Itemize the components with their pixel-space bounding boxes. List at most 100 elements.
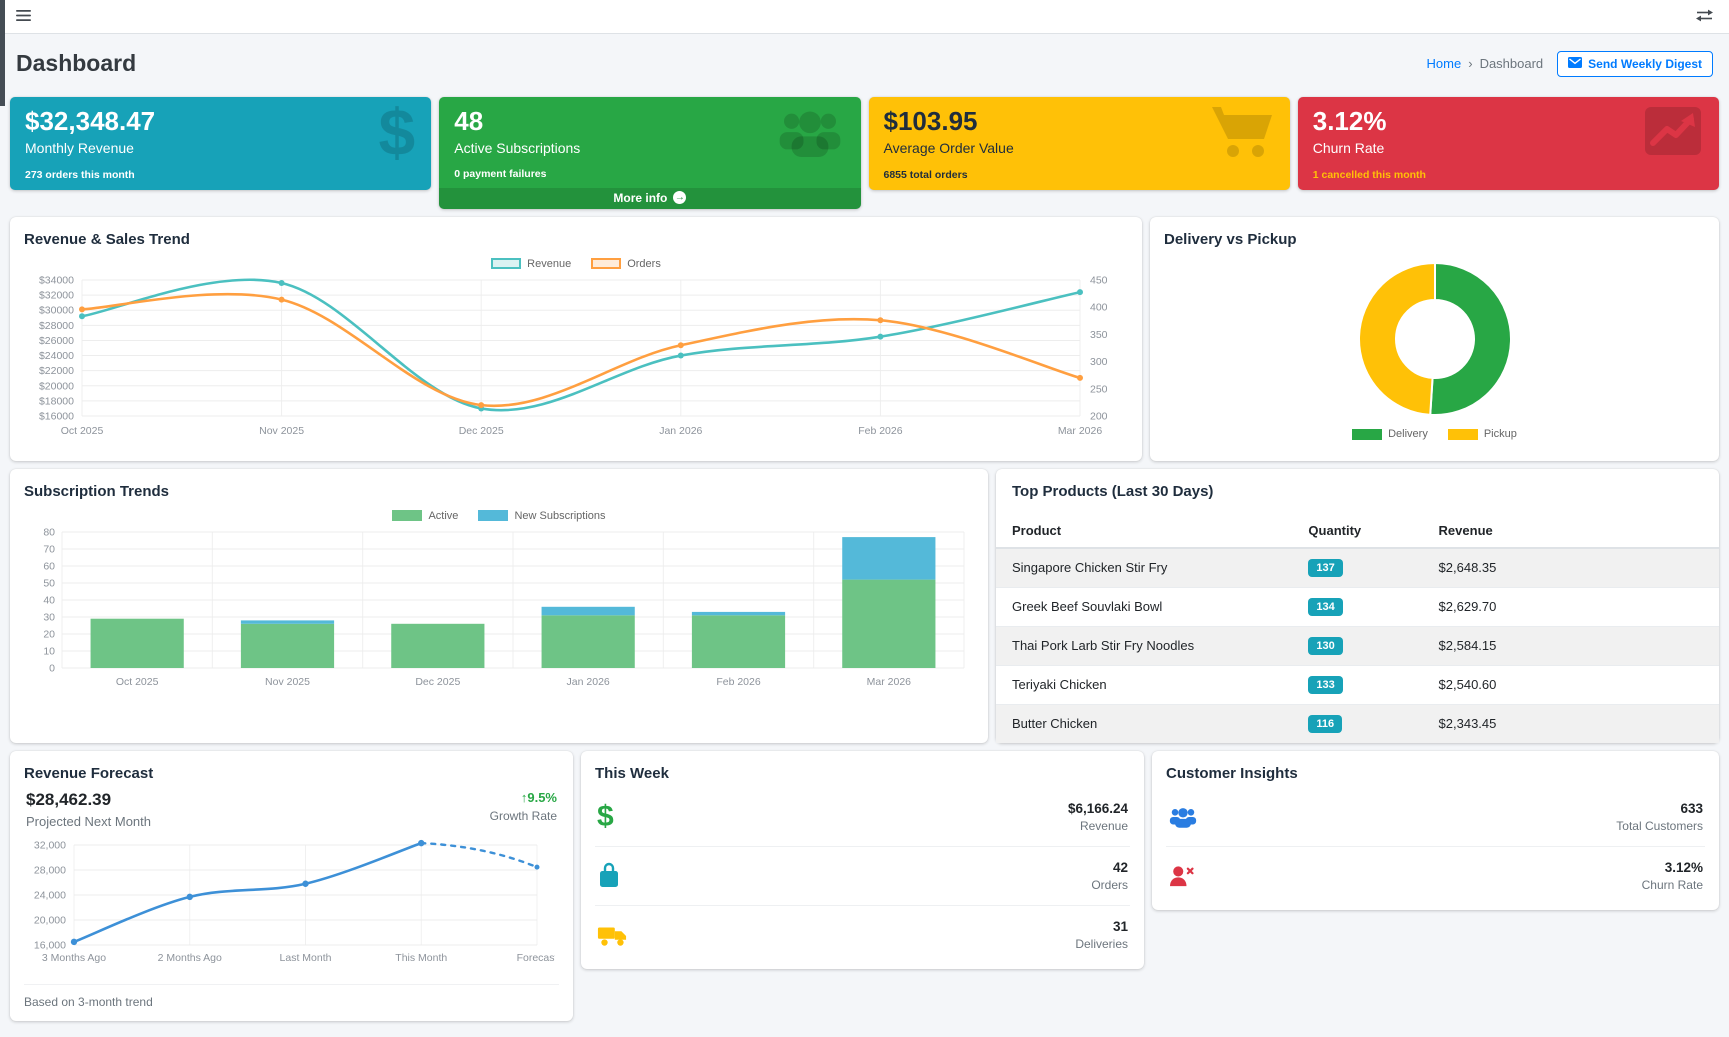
legend-label: New Subscriptions: [514, 510, 605, 522]
stat-label: Total Customers: [1616, 819, 1703, 833]
envelope-icon: [1568, 57, 1582, 71]
stat-row-churn-rate: 3.12% Churn Rate: [1166, 847, 1705, 898]
svg-text:300: 300: [1090, 356, 1108, 368]
svg-text:$34000: $34000: [39, 274, 74, 286]
growth-value: 9.5%: [527, 790, 557, 805]
product-revenue: $2,343.45: [1423, 704, 1719, 743]
legend-swatch: [491, 258, 521, 269]
svg-text:450: 450: [1090, 274, 1108, 286]
product-name: Singapore Chicken Stir Fry: [996, 548, 1292, 588]
send-weekly-digest-button[interactable]: Send Weekly Digest: [1557, 51, 1713, 77]
customer-insights-card: Customer Insights 633 Total Customers 3.…: [1152, 751, 1719, 910]
svg-text:70: 70: [43, 543, 55, 555]
svg-text:20,000: 20,000: [34, 914, 66, 926]
collapsed-sidebar-edge: [0, 0, 5, 106]
svg-text:16,000: 16,000: [34, 939, 66, 951]
arrow-circle-right-icon: →: [673, 191, 686, 204]
legend-item[interactable]: Orders: [591, 258, 661, 270]
more-info-link[interactable]: More info →: [439, 188, 860, 209]
breadcrumb-separator: ›: [1468, 56, 1472, 71]
svg-text:$22000: $22000: [39, 365, 74, 377]
sidebar-toggle-button[interactable]: [16, 9, 31, 25]
svg-text:Dec 2025: Dec 2025: [415, 676, 460, 688]
svg-text:350: 350: [1090, 329, 1108, 341]
svg-text:20: 20: [43, 628, 55, 640]
product-name: Thai Pork Larb Stir Fry Noodles: [996, 626, 1292, 665]
svg-text:400: 400: [1090, 302, 1108, 314]
stat-row-deliveries: 31 Deliveries: [595, 906, 1130, 957]
svg-text:Oct 2025: Oct 2025: [116, 676, 159, 688]
card-title: Revenue Forecast: [24, 765, 559, 782]
info-box-subtext: 273 orders this month: [25, 157, 416, 181]
svg-text:80: 80: [43, 526, 55, 538]
delivery-vs-pickup-card: Delivery vs Pickup DeliveryPickup: [1150, 217, 1719, 461]
exchange-arrows-button[interactable]: [1696, 9, 1713, 25]
stat-row-orders: 42 Orders: [595, 847, 1130, 906]
svg-text:30: 30: [43, 611, 55, 623]
table-row: Singapore Chicken Stir Fry 137 $2,648.35: [996, 548, 1719, 588]
info-box-average-order-value: $103.95 Average Order Value 6855 total o…: [869, 97, 1290, 190]
content-header: Dashboard Home › Dashboard Send Weekly D…: [10, 42, 1719, 89]
product-revenue: $2,648.35: [1423, 548, 1719, 588]
legend-item[interactable]: Delivery: [1352, 428, 1428, 440]
svg-text:Mar 2026: Mar 2026: [1058, 425, 1103, 437]
svg-text:$24000: $24000: [39, 350, 74, 362]
svg-text:32,000: 32,000: [34, 839, 66, 851]
svg-text:Jan 2026: Jan 2026: [659, 425, 702, 437]
dollar-sign-icon: $: [379, 99, 416, 165]
legend-item[interactable]: Pickup: [1448, 428, 1517, 440]
shopping-cart-icon: [1210, 105, 1274, 165]
revenue-sales-trend-chart: RevenueOrders$16000$18000$20000$22000$24…: [24, 258, 1128, 449]
quantity-badge: 133: [1308, 676, 1342, 694]
chart-line-icon: [1643, 105, 1703, 161]
card-title: Customer Insights: [1166, 765, 1705, 782]
legend-swatch: [392, 510, 422, 521]
info-box-value: $32,348.47: [25, 107, 416, 137]
svg-text:This Month: This Month: [395, 952, 447, 964]
send-weekly-digest-label: Send Weekly Digest: [1588, 57, 1702, 71]
column-header-revenue: Revenue: [1423, 514, 1719, 548]
quantity-badge: 134: [1308, 598, 1342, 616]
table-row: Greek Beef Souvlaki Bowl 134 $2,629.70: [996, 587, 1719, 626]
svg-text:0: 0: [49, 662, 55, 674]
chart-legend: Active New Subscriptions: [24, 510, 974, 522]
quantity-badge: 130: [1308, 637, 1342, 655]
legend-item[interactable]: Revenue: [491, 258, 571, 270]
stat-value: 3.12%: [1642, 860, 1703, 875]
legend-item[interactable]: Active: [392, 510, 458, 522]
legend-label: Revenue: [527, 258, 571, 270]
product-name: Teriyaki Chicken: [996, 665, 1292, 704]
column-header-product: Product: [996, 514, 1292, 548]
hamburger-icon: [16, 9, 31, 25]
legend-label: Active: [428, 510, 458, 522]
breadcrumb-home-link[interactable]: Home: [1427, 56, 1462, 71]
product-revenue: $2,584.15: [1423, 626, 1719, 665]
svg-text:$20000: $20000: [39, 380, 74, 392]
more-info-label: More info: [613, 191, 667, 205]
svg-text:28,000: 28,000: [34, 864, 66, 876]
info-box-monthly-revenue: $32,348.47 Monthly Revenue 273 orders th…: [10, 97, 431, 190]
legend-label: Delivery: [1388, 428, 1428, 440]
svg-text:200: 200: [1090, 410, 1108, 422]
forecast-footnote: Based on 3-month trend: [24, 984, 559, 1009]
svg-text:$26000: $26000: [39, 335, 74, 347]
legend-item[interactable]: New Subscriptions: [478, 510, 605, 522]
table-row: Teriyaki Chicken 133 $2,540.60: [996, 665, 1719, 704]
stat-value: 31: [1075, 919, 1128, 934]
users-icon: [775, 105, 845, 161]
svg-text:Feb 2026: Feb 2026: [858, 425, 903, 437]
truck-icon: [597, 923, 631, 947]
legend-swatch: [1448, 429, 1478, 440]
card-title: Top Products (Last 30 Days): [996, 469, 1719, 508]
card-title: This Week: [595, 765, 1130, 782]
svg-text:$30000: $30000: [39, 305, 74, 317]
stat-label: Churn Rate: [1642, 878, 1703, 892]
column-header-quantity: Quantity: [1292, 514, 1422, 548]
stat-value: 42: [1091, 860, 1128, 875]
product-revenue: $2,629.70: [1423, 587, 1719, 626]
growth-label: Growth Rate: [490, 809, 557, 823]
exchange-arrows-icon: [1696, 9, 1713, 25]
legend-swatch: [1352, 429, 1382, 440]
stat-value: $6,166.24: [1068, 801, 1128, 816]
breadcrumb-current: Dashboard: [1480, 56, 1544, 71]
